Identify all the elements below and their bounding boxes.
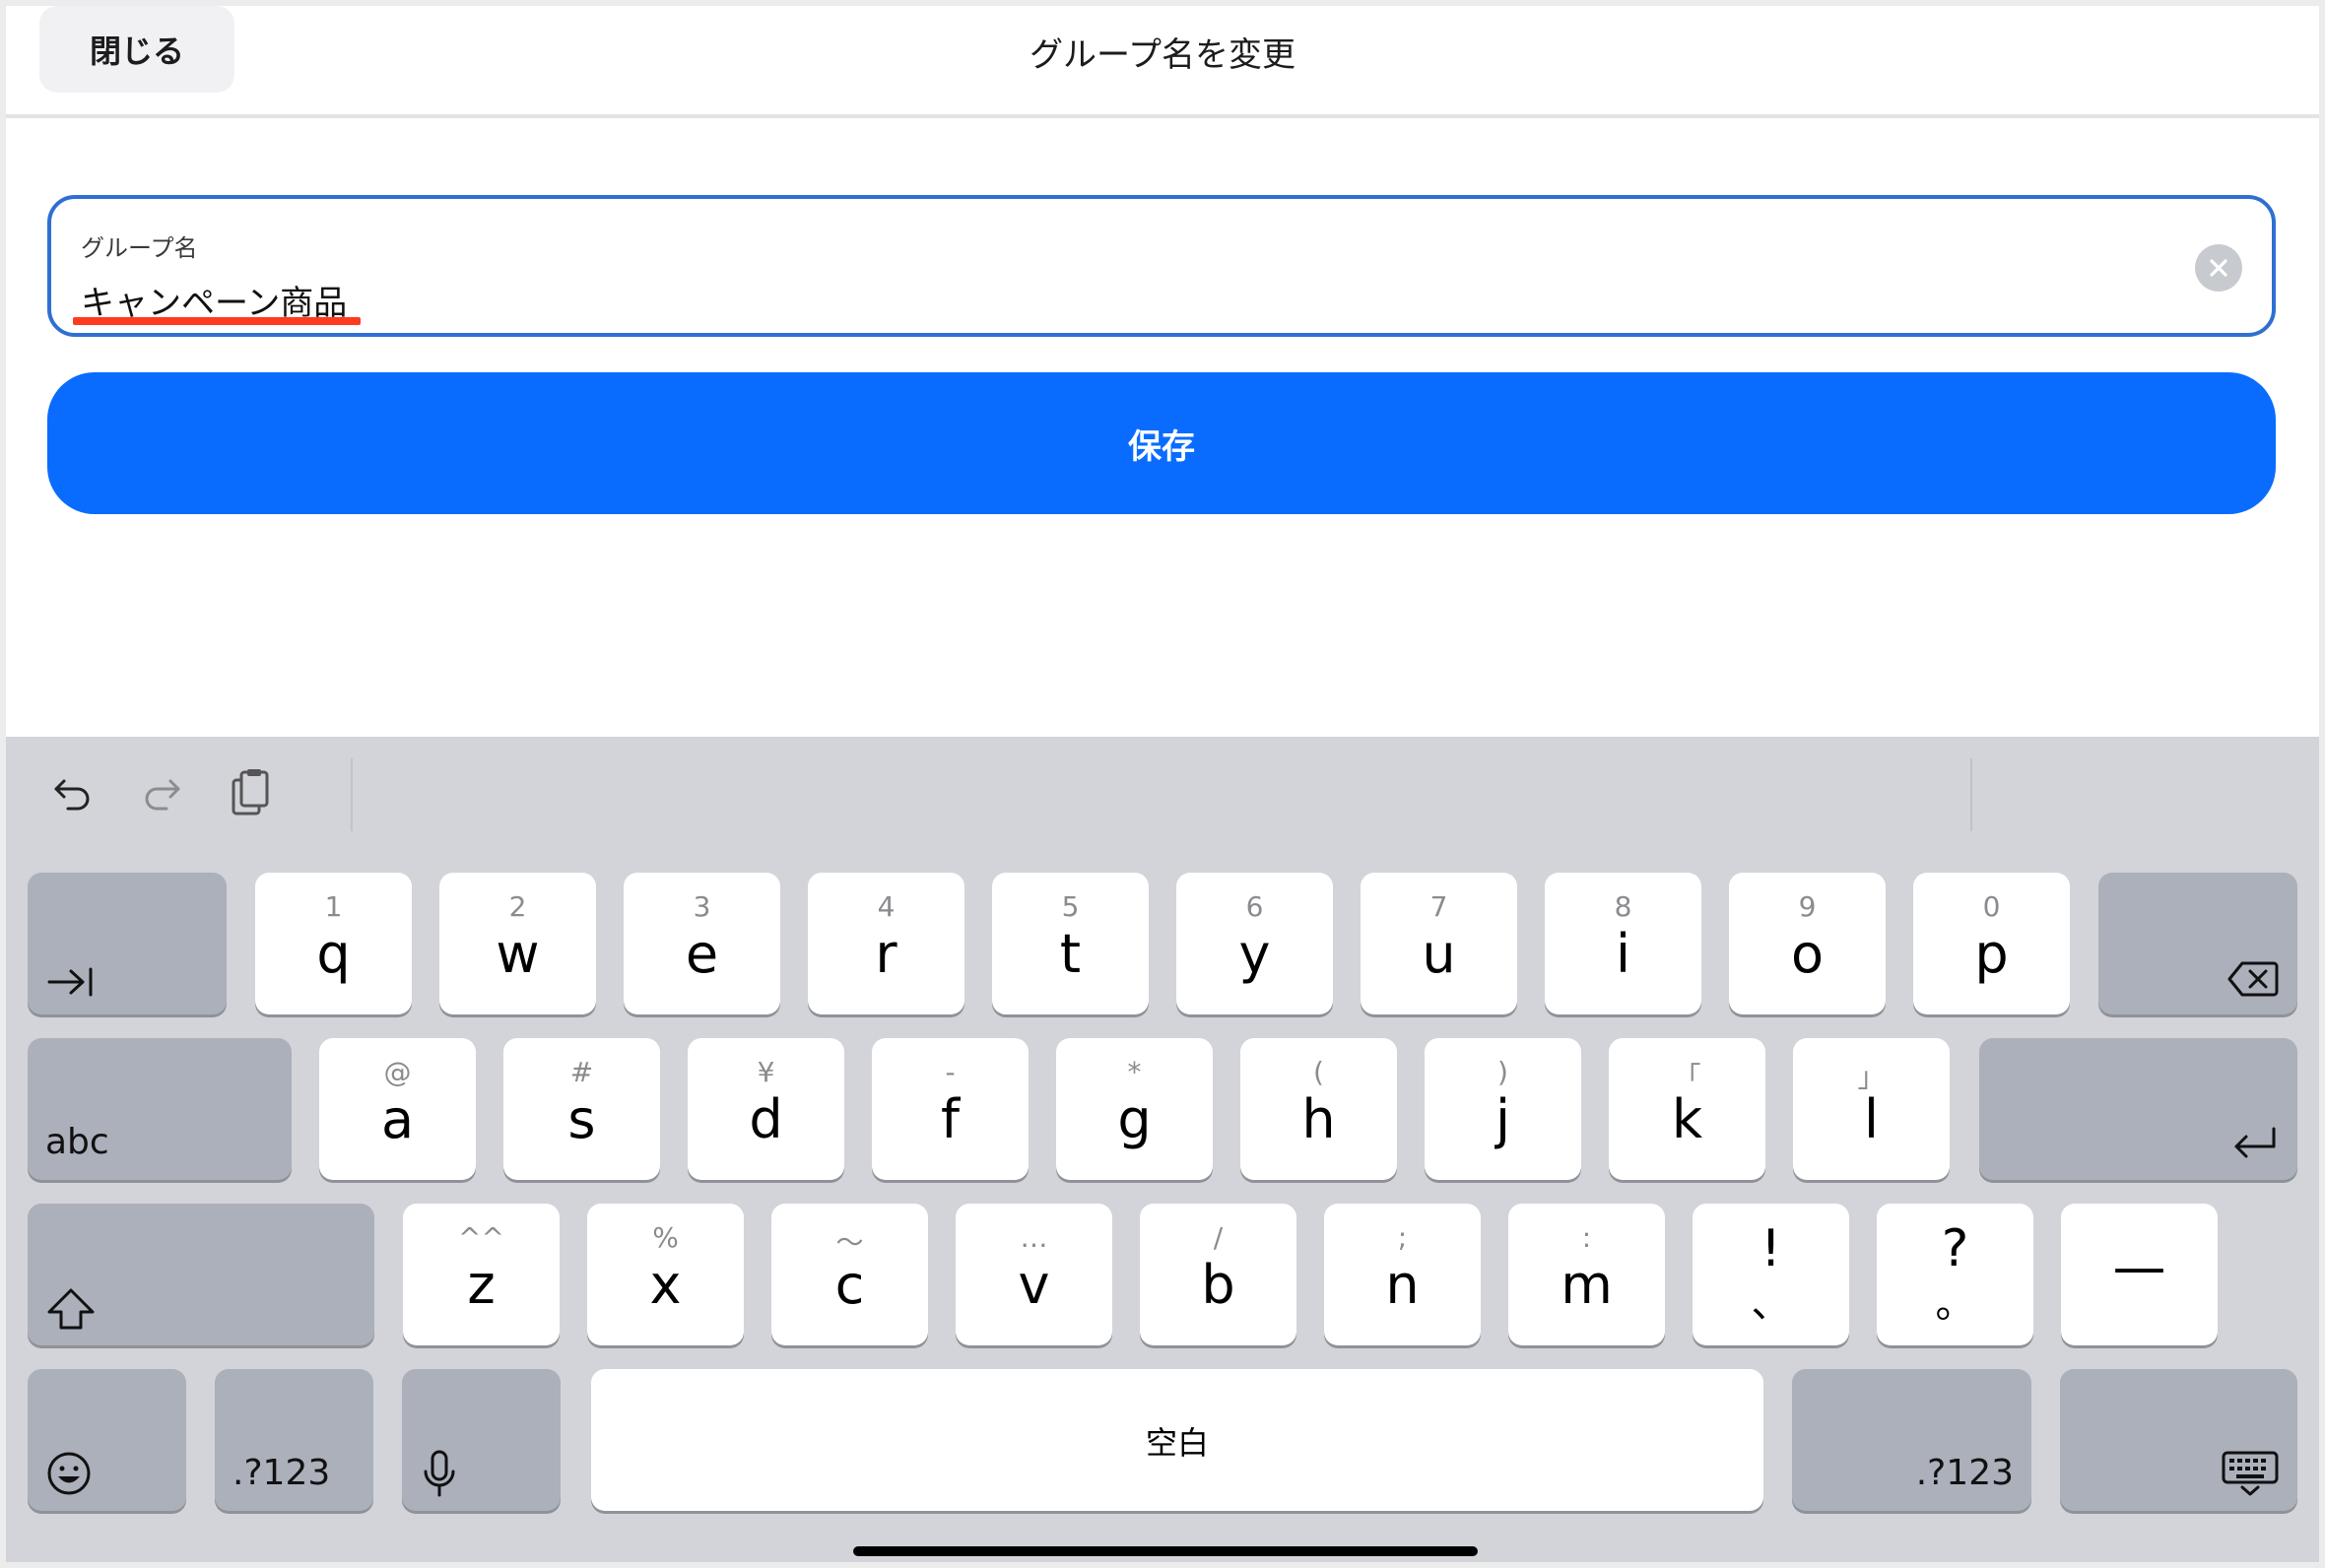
key-question[interactable]: ? 。 [1877, 1204, 2033, 1345]
toolbar-divider [351, 758, 353, 831]
key-m[interactable]: :m [1508, 1204, 1665, 1345]
key-z[interactable]: ^^ z [403, 1204, 560, 1345]
shift-icon [45, 1286, 97, 1332]
page-title: グループ名を変更 [1030, 35, 1295, 75]
key-f[interactable]: -f [872, 1038, 1029, 1180]
key-j[interactable]: ) j [1425, 1038, 1581, 1180]
key-k[interactable]: 「k [1609, 1038, 1765, 1180]
backspace-key[interactable] [2098, 873, 2297, 1014]
key-d[interactable]: ¥ d [688, 1038, 844, 1180]
screen: 閉じる グループ名を変更 グループ名 キャンペーン商品 保存 1q 2w 3 e… [6, 6, 2319, 1562]
key-q[interactable]: 1q [255, 873, 412, 1014]
key-dash[interactable]: — [2061, 1204, 2218, 1345]
numbers-key-left[interactable]: .?123 [215, 1369, 373, 1511]
key-v[interactable]: … v [956, 1204, 1112, 1345]
key-s[interactable]: # s [503, 1038, 660, 1180]
key-h[interactable]: (h [1240, 1038, 1397, 1180]
key-r[interactable]: 4r [808, 873, 964, 1014]
key-w[interactable]: 2w [439, 873, 596, 1014]
key-l[interactable]: 」 l [1793, 1038, 1950, 1180]
key-n[interactable]: ; n [1324, 1204, 1481, 1345]
clear-input-button[interactable] [2195, 244, 2242, 292]
key-o[interactable]: 9o [1729, 873, 1886, 1014]
toolbar-divider [1970, 758, 1972, 831]
dismiss-keyboard-key[interactable] [2060, 1369, 2297, 1511]
key-g[interactable]: * g [1056, 1038, 1213, 1180]
key-e[interactable]: 3e [624, 873, 780, 1014]
keyboard-dismiss-icon [2221, 1450, 2280, 1497]
tab-arrow-icon [45, 965, 95, 999]
header-bar: 閉じる グループ名を変更 [6, 6, 2319, 118]
redo-icon[interactable] [136, 768, 187, 819]
red-underline-annotation [73, 317, 361, 325]
key-c[interactable]: 〜 c [771, 1204, 928, 1345]
return-icon [2230, 1125, 2280, 1164]
software-keyboard: 1q 2w 3e 4r 5t 6y 7u 8i 9o 0p abc @ a # s … [6, 737, 2319, 1562]
key-i[interactable]: 8i [1545, 873, 1701, 1014]
key-a[interactable]: @ a [319, 1038, 476, 1180]
key-p[interactable]: 0p [1913, 873, 2070, 1014]
key-t[interactable]: 5t [992, 873, 1149, 1014]
numbers-key-right[interactable]: .?123 [1792, 1369, 2031, 1511]
paste-icon[interactable] [225, 768, 276, 819]
emoji-key[interactable] [28, 1369, 186, 1511]
clear-icon [2210, 259, 2227, 277]
tab-key[interactable] [28, 873, 227, 1014]
key-u[interactable]: 7u [1361, 873, 1517, 1014]
dictation-key[interactable] [402, 1369, 561, 1511]
field-label: グループ名 [81, 234, 198, 262]
return-key[interactable] [1979, 1038, 2297, 1180]
key-x[interactable]: % x [587, 1204, 744, 1345]
save-button[interactable]: 保存 [47, 372, 2276, 514]
space-key[interactable]: 空白 [591, 1369, 1763, 1511]
emoji-icon [45, 1450, 93, 1497]
backspace-icon [2226, 959, 2280, 999]
key-y[interactable]: 6y [1176, 873, 1333, 1014]
key-b[interactable]: / b [1140, 1204, 1296, 1345]
microphone-icon [420, 1448, 459, 1499]
key-exclamation[interactable]: ! 、 [1693, 1204, 1849, 1345]
abc-key[interactable]: abc [28, 1038, 292, 1180]
shift-key[interactable] [28, 1204, 374, 1345]
undo-icon[interactable] [47, 768, 99, 819]
group-name-field[interactable]: グループ名 キャンペーン商品 [47, 195, 2276, 337]
home-indicator[interactable] [853, 1546, 1478, 1556]
